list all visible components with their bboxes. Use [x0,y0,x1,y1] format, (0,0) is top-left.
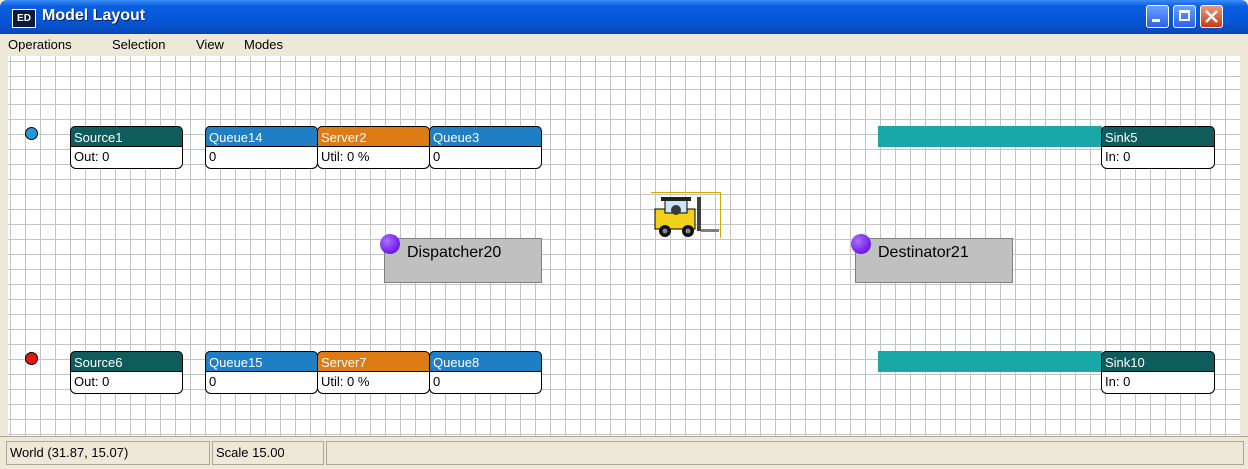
server2-utilization: Util: 0 % [317,147,430,169]
forklift-transporter[interactable] [651,192,721,238]
dispatcher20-label: Dispatcher20 [407,244,502,261]
queue3-header[interactable]: Queue3 [429,126,542,147]
dispatcher20-node[interactable]: Dispatcher20 [380,234,542,283]
menu-view[interactable]: View [196,37,224,52]
sink5-conveyor[interactable] [878,126,1102,147]
close-icon [1205,10,1218,23]
layout-grid-top[interactable] [8,56,1240,84]
queue14-header[interactable]: Queue14 [205,126,318,147]
server2-header[interactable]: Server2 [317,126,430,147]
queue14-content: 0 [205,147,318,169]
source6-header[interactable]: Source6 [70,351,183,372]
menu-bar: Operations Selection View Modes [4,34,1244,56]
source6-output: Out: 0 [70,372,183,394]
menu-modes[interactable]: Modes [244,37,283,52]
server7-header[interactable]: Server7 [317,351,430,372]
destinator21-label: Destinator21 [878,244,969,261]
model-layout-window: ED Model Layout Operations Selection Vie… [0,0,1248,469]
queue8-header[interactable]: Queue8 [429,351,542,372]
scale-readout: Scale 15.00 [212,441,324,465]
window-frame-right [1240,56,1248,436]
close-button[interactable] [1200,5,1223,28]
source1-output: Out: 0 [70,147,183,169]
window-frame-left [0,56,8,436]
title-bar[interactable]: ED Model Layout [0,0,1248,34]
menu-operations[interactable]: Operations [8,37,72,52]
forklift-icon [654,197,719,237]
sink5-header[interactable]: Sink5 [1101,126,1215,147]
source-dot-row2[interactable] [25,352,38,365]
source1-header[interactable]: Source1 [70,126,183,147]
status-bar: World (31.87, 15.07) Scale 15.00 [0,436,1248,469]
sink10-conveyor[interactable] [878,351,1102,372]
dispatcher-port-icon [380,234,400,254]
server7-utilization: Util: 0 % [317,372,430,394]
source-dot-row1[interactable] [25,127,38,140]
minimize-icon [1152,19,1160,22]
maximize-button[interactable] [1173,5,1196,28]
world-coordinates: World (31.87, 15.07) [6,441,210,465]
sink5-input: In: 0 [1101,147,1215,169]
destinator-port-icon [851,234,871,254]
sink10-header[interactable]: Sink10 [1101,351,1215,372]
queue15-content: 0 [205,372,318,394]
window-title: Model Layout [42,7,146,24]
queue15-header[interactable]: Queue15 [205,351,318,372]
maximize-icon [1179,10,1190,21]
minimize-button[interactable] [1146,5,1169,28]
menu-selection[interactable]: Selection [112,37,165,52]
destinator21-node[interactable]: Destinator21 [851,234,1013,283]
sink10-input: In: 0 [1101,372,1215,394]
queue8-content: 0 [429,372,542,394]
model-layout-app-icon[interactable]: ED [12,9,36,28]
queue3-content: 0 [429,147,542,169]
status-panel-empty [326,441,1244,465]
